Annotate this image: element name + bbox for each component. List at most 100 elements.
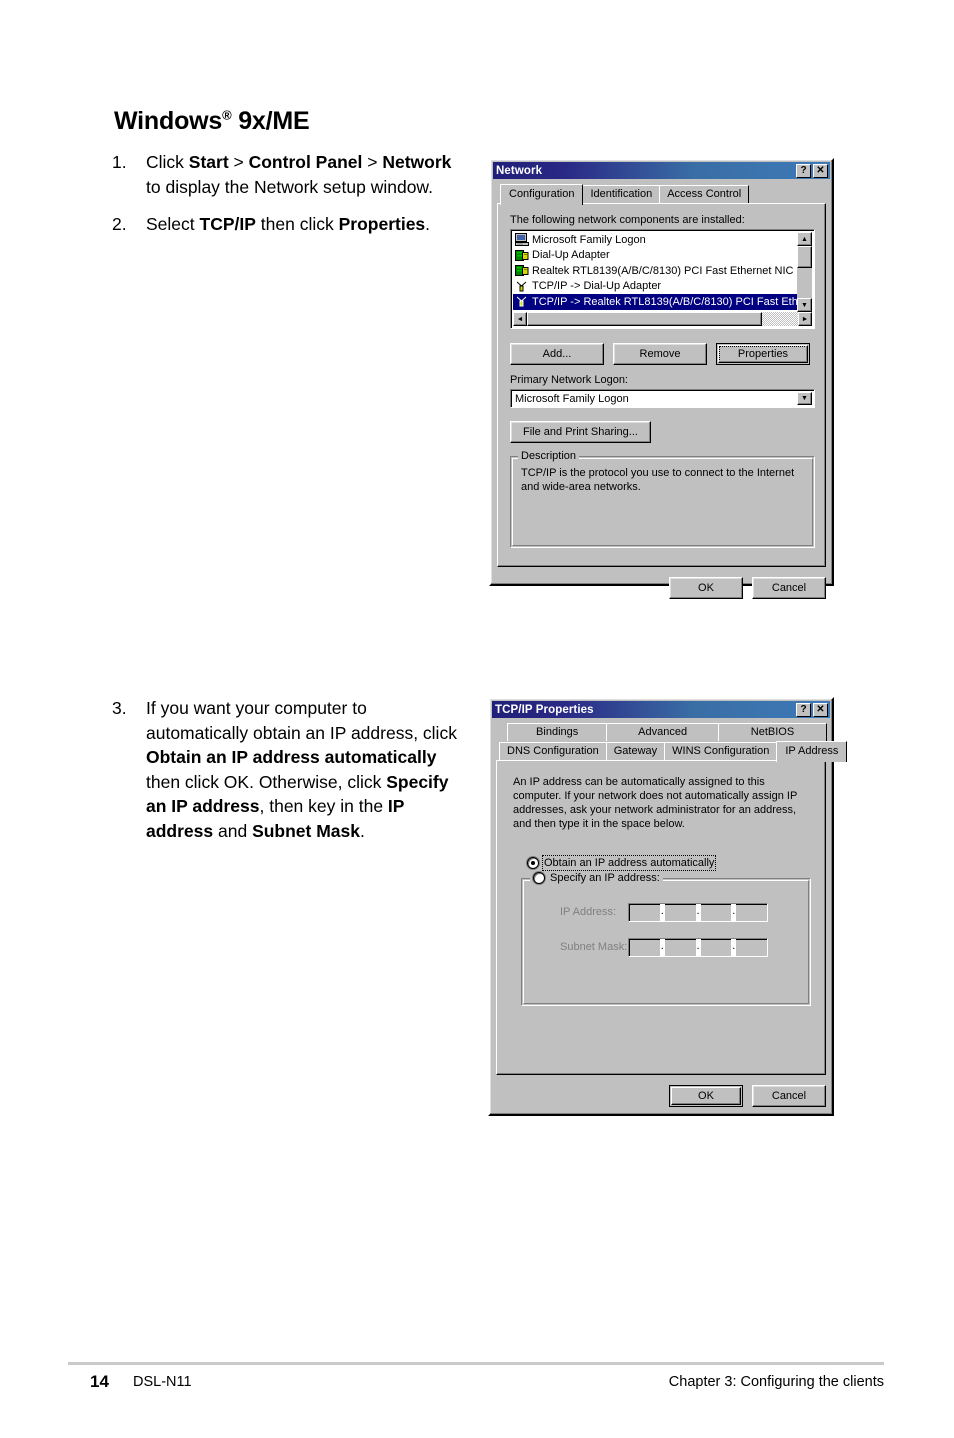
add-button-label: Add... xyxy=(542,348,572,360)
properties-button[interactable]: Properties xyxy=(716,343,810,365)
page-number: 14 xyxy=(90,1372,109,1391)
close-icon[interactable]: ✕ xyxy=(813,702,828,717)
tcpip-properties-dialog-window[interactable]: TCP/IP Properties ? ✕ Bindings Advanced … xyxy=(488,697,848,1116)
listbox-vertical-scrollbar[interactable]: ▲ ▼ xyxy=(797,232,812,312)
scroll-down-icon[interactable]: ▼ xyxy=(797,298,812,312)
specify-ip-groupbox: Specify an IP address: IP Address: . . . xyxy=(521,872,811,1006)
chapter-title: Chapter 3: Configuring the clients xyxy=(668,1374,884,1390)
tab-wins-configuration[interactable]: WINS Configuration xyxy=(664,742,778,760)
ok-button[interactable]: OK xyxy=(669,1085,743,1107)
ok-button[interactable]: OK xyxy=(669,577,743,599)
protocol-icon xyxy=(515,295,529,308)
chevron-down-icon[interactable]: ▼ xyxy=(797,392,812,405)
list-item[interactable]: Microsoft Family Logon xyxy=(513,232,797,248)
scroll-right-icon[interactable]: ► xyxy=(798,312,812,326)
tab-dns-configuration[interactable]: DNS Configuration xyxy=(499,742,607,760)
tab-advanced[interactable]: Advanced xyxy=(606,723,719,741)
description-groupbox: Description TCP/IP is the protocol you u… xyxy=(510,450,815,548)
tab-identification[interactable]: Identification xyxy=(582,185,661,203)
ip-address-tab-panel: An IP address can be automatically assig… xyxy=(496,760,826,1075)
tab-ip-address-label: IP Address xyxy=(785,745,839,757)
tab-gateway[interactable]: Gateway xyxy=(605,742,666,760)
list-item[interactable]: TCP/IP -> Dial-Up Adapter xyxy=(513,279,797,295)
help-icon[interactable]: ? xyxy=(796,702,811,717)
ip-octet-4[interactable] xyxy=(736,904,767,921)
scroll-up-icon[interactable]: ▲ xyxy=(797,232,812,246)
subnet-octet-3[interactable] xyxy=(701,939,732,956)
tab-bindings[interactable]: Bindings xyxy=(507,723,608,741)
tab-configuration[interactable]: Configuration xyxy=(500,184,584,205)
computer-icon xyxy=(515,233,529,247)
ip-address-input[interactable]: . . . xyxy=(628,903,768,922)
specify-ip-fields: IP Address: . . . Subnet Mask: . . . xyxy=(522,879,810,963)
cancel-button[interactable]: Cancel xyxy=(752,1085,826,1107)
cancel-button[interactable]: Cancel xyxy=(752,577,826,599)
ip-address-field-row: IP Address: . . . xyxy=(532,903,800,922)
hscroll-thumb[interactable] xyxy=(527,312,762,326)
primary-logon-label: Primary Network Logon: xyxy=(510,374,628,386)
network-dialog-titlebar[interactable]: Network ? ✕ xyxy=(493,162,830,179)
network-titlebar-buttons: ? ✕ xyxy=(796,163,828,178)
component-name: Dial-Up Adapter xyxy=(532,249,610,262)
tcpip-tabstrip-row2: DNS Configuration Gateway WINS Configura… xyxy=(496,741,848,762)
tab-configuration-label: Configuration xyxy=(509,188,575,200)
protocol-icon xyxy=(515,280,529,293)
ok-button-label: OK xyxy=(698,582,714,594)
step-text: Click Start > Control Panel > Network to… xyxy=(146,152,452,197)
ip-address-description: An IP address can be automatically assig… xyxy=(513,776,798,830)
component-name: Realtek RTL8139(A/B/C/8130) PCI Fast Eth… xyxy=(532,264,794,277)
network-dialog-title: Network xyxy=(496,164,543,177)
tab-netbios[interactable]: NetBIOS xyxy=(717,723,828,741)
tab-netbios-label: NetBIOS xyxy=(750,726,795,738)
tab-access-control[interactable]: Access Control xyxy=(659,185,750,203)
network-components-listbox[interactable]: Microsoft Family Logon Dial-Up Adapter R… xyxy=(510,229,815,329)
subnet-mask-input[interactable]: . . . xyxy=(628,938,768,957)
adapter-icon xyxy=(515,264,529,277)
list-item[interactable]: Dial-Up Adapter xyxy=(513,248,797,264)
help-icon[interactable]: ? xyxy=(796,163,811,178)
vscroll-thumb[interactable] xyxy=(797,246,812,268)
network-dialog-window[interactable]: Network ? ✕ Configuration Identification… xyxy=(489,158,834,599)
obtain-ip-automatically-label: Obtain an IP address automatically xyxy=(541,855,717,871)
tab-bindings-label: Bindings xyxy=(536,726,579,738)
tcpip-dialog-footer-buttons: OK Cancel xyxy=(496,1085,826,1107)
tcpip-dialog-titlebar[interactable]: TCP/IP Properties ? ✕ xyxy=(492,701,830,718)
component-name: Microsoft Family Logon xyxy=(532,233,646,246)
network-dialog-footer-buttons: OK Cancel xyxy=(497,577,826,599)
scroll-left-icon[interactable]: ◄ xyxy=(513,312,527,326)
tcpip-dialog-title: TCP/IP Properties xyxy=(495,703,594,716)
tab-gateway-label: Gateway xyxy=(613,745,658,757)
tcpip-tabstrip-row1: Bindings Advanced NetBIOS xyxy=(504,723,828,741)
remove-button[interactable]: Remove xyxy=(613,343,707,365)
footer-divider xyxy=(68,1362,884,1365)
file-print-sharing-button[interactable]: File and Print Sharing... xyxy=(510,421,651,443)
tab-advanced-label: Advanced xyxy=(638,726,688,738)
ip-octet-1[interactable] xyxy=(629,904,660,921)
ip-octet-2[interactable] xyxy=(665,904,696,921)
description-text: TCP/IP is the protocol you use to connec… xyxy=(521,467,795,493)
list-item[interactable]: TCP/IP -> Realtek RTL8139(A/B/C/8130) PC… xyxy=(513,294,808,310)
tab-wins-configuration-label: WINS Configuration xyxy=(672,745,770,757)
obtain-ip-automatically-radio[interactable] xyxy=(527,857,539,869)
subnet-octet-1[interactable] xyxy=(629,939,660,956)
step-number: 1. xyxy=(112,152,127,172)
properties-button-label: Properties xyxy=(718,345,808,363)
obtain-ip-automatically-radio-row[interactable]: Obtain an IP address automatically xyxy=(527,855,811,871)
subnet-octet-4[interactable] xyxy=(736,939,767,956)
component-action-buttons: Add... Remove Properties xyxy=(510,343,815,365)
close-icon[interactable]: ✕ xyxy=(813,163,828,178)
step-text: If you want your computer to automatical… xyxy=(146,698,457,841)
cancel-button-label: Cancel xyxy=(771,1090,807,1102)
cancel-button-label: Cancel xyxy=(771,582,807,594)
tab-ip-address[interactable]: IP Address xyxy=(776,741,848,762)
network-dialog-body: Configuration Identification Access Cont… xyxy=(491,179,832,605)
tab-dns-configuration-label: DNS Configuration xyxy=(507,745,599,757)
tab-identification-label: Identification xyxy=(590,188,653,200)
listbox-horizontal-scrollbar[interactable]: ◄ ► xyxy=(513,312,812,326)
subnet-octet-2[interactable] xyxy=(665,939,696,956)
adapter-icon xyxy=(515,249,529,262)
list-item[interactable]: Realtek RTL8139(A/B/C/8130) PCI Fast Eth… xyxy=(513,263,797,279)
add-button[interactable]: Add... xyxy=(510,343,604,365)
ip-octet-3[interactable] xyxy=(701,904,732,921)
primary-logon-combobox[interactable]: Microsoft Family Logon ▼ xyxy=(510,389,815,408)
